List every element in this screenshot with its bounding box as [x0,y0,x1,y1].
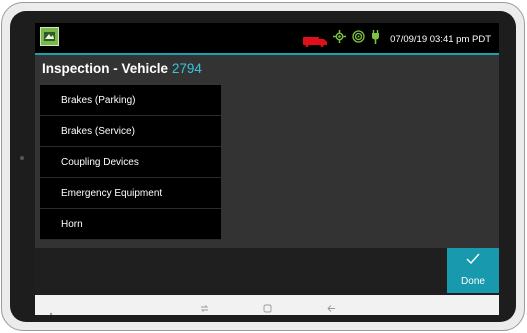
recent-apps-icon[interactable] [200,300,209,315]
checkmark-icon [466,253,480,265]
status-bar: 07/09/19 03:41 pm PDT [35,23,499,55]
list-item-emergency-equipment[interactable]: Emergency Equipment [40,178,221,209]
app-screen: 07/09/19 03:41 pm PDT Inspection - Vehic… [35,23,499,315]
signal-icon [352,30,365,48]
front-camera [20,156,24,160]
page-title: Inspection - Vehicle 2794 [42,61,202,76]
status-icons: 07/09/19 03:41 pm PDT [303,29,491,49]
list-item-horn[interactable]: Horn [40,209,221,240]
bottom-action-bar [35,248,499,295]
done-button[interactable]: Done [447,248,499,293]
app-logo-icon[interactable] [40,27,59,46]
system-nav-bar [35,295,499,315]
vehicle-number: 2794 [171,61,202,76]
home-icon[interactable] [263,300,272,315]
page-title-text: Inspection - Vehicle [42,61,169,76]
gps-icon [333,30,347,48]
list-item-brakes-parking[interactable]: Brakes (Parking) [40,85,221,116]
list-item-brakes-service[interactable]: Brakes (Service) [40,116,221,147]
inspection-item-list: Brakes (Parking) Brakes (Service) Coupli… [40,85,221,243]
power-plug-icon [371,29,380,49]
truck-icon [303,34,328,47]
back-icon[interactable] [327,300,336,315]
status-divider [35,53,499,55]
list-item-coupling-devices[interactable]: Coupling Devices [40,147,221,178]
nav-dot-icon[interactable] [49,303,53,315]
status-time: 07/09/19 03:41 pm PDT [390,33,491,45]
done-label: Done [461,276,485,287]
